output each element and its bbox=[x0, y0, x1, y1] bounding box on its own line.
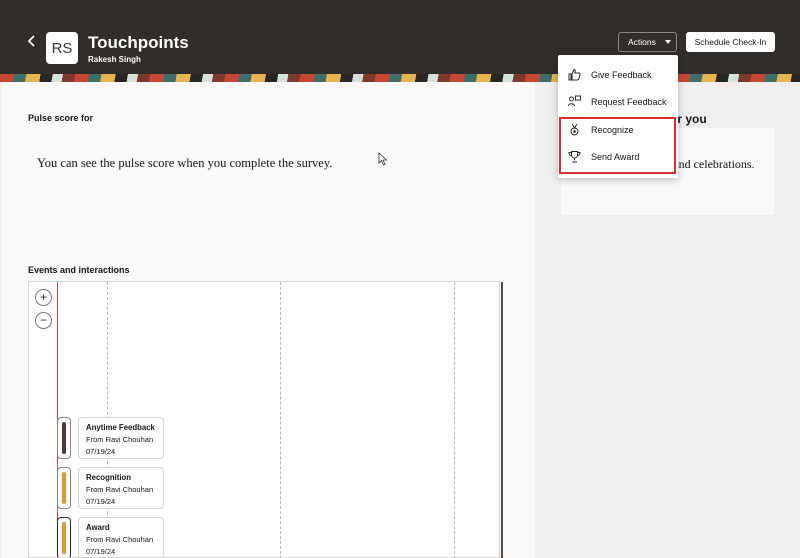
event-title: Recognition bbox=[86, 473, 132, 482]
actions-button[interactable]: Actions bbox=[618, 32, 677, 52]
event-title: Anytime Feedback bbox=[86, 423, 155, 432]
timeline-gridline bbox=[280, 282, 281, 557]
mouse-cursor-icon bbox=[378, 152, 388, 166]
menu-item-request-feedback[interactable]: Request Feedback bbox=[558, 88, 678, 115]
pulse-score-message: You can see the pulse score when you com… bbox=[37, 156, 333, 170]
chevron-down-icon bbox=[664, 40, 671, 44]
event-card[interactable]: Anytime Feedback From Ravi Chouhan 07/19… bbox=[78, 417, 164, 459]
zoom-in-button[interactable]: + bbox=[35, 289, 52, 306]
menu-item-give-feedback[interactable]: Give Feedback bbox=[558, 61, 678, 88]
timeline-event[interactable]: Recognition From Ravi Chouhan 07/19/24 bbox=[57, 467, 164, 509]
events-timeline[interactable]: + − Anytime Feedback From Ravi Chouhan 0… bbox=[28, 281, 500, 558]
event-marker-bar bbox=[62, 422, 66, 454]
person-name: Rakesh Singh bbox=[88, 55, 141, 64]
event-marker-bar bbox=[62, 522, 66, 554]
schedule-check-in-button[interactable]: Schedule Check-In bbox=[686, 32, 775, 52]
thumbs-up-icon bbox=[568, 68, 581, 81]
event-date: 07/19/24 bbox=[86, 447, 116, 456]
timeline-gridline bbox=[454, 282, 455, 557]
timeline-event[interactable]: Anytime Feedback From Ravi Chouhan 07/19… bbox=[57, 417, 164, 459]
avatar: RS bbox=[46, 32, 78, 64]
event-from: From Ravi Chouhan bbox=[86, 435, 154, 444]
timeline-event[interactable]: Award From Ravi Chouhan 07/19/24 bbox=[57, 517, 164, 557]
menu-item-label: Request Feedback bbox=[591, 96, 667, 107]
event-card[interactable]: Recognition From Ravi Chouhan 07/19/24 bbox=[78, 467, 164, 509]
event-card[interactable]: Award From Ravi Chouhan 07/19/24 bbox=[78, 517, 164, 557]
header-banner-pattern bbox=[0, 74, 800, 82]
event-from: From Ravi Chouhan bbox=[86, 535, 154, 544]
event-date: 07/19/24 bbox=[86, 547, 116, 556]
event-marker-bar bbox=[62, 472, 66, 504]
page-title: Touchpoints bbox=[88, 33, 189, 52]
event-marker bbox=[57, 467, 71, 509]
event-marker bbox=[57, 417, 71, 459]
event-title: Award bbox=[86, 523, 110, 532]
actions-button-label: Actions bbox=[628, 37, 656, 47]
event-date: 07/19/24 bbox=[86, 497, 116, 506]
highlight-box bbox=[559, 117, 676, 174]
back-arrow-icon[interactable] bbox=[24, 33, 40, 49]
events-section-label: Events and interactions bbox=[28, 265, 130, 275]
pulse-score-label: Pulse score for bbox=[28, 113, 94, 123]
event-marker bbox=[57, 517, 71, 557]
menu-item-label: Give Feedback bbox=[591, 69, 652, 80]
timeline-scroll-edge bbox=[501, 282, 503, 558]
zoom-out-button[interactable]: − bbox=[35, 312, 52, 329]
request-feedback-icon bbox=[568, 95, 581, 107]
event-from: From Ravi Chouhan bbox=[86, 485, 154, 494]
